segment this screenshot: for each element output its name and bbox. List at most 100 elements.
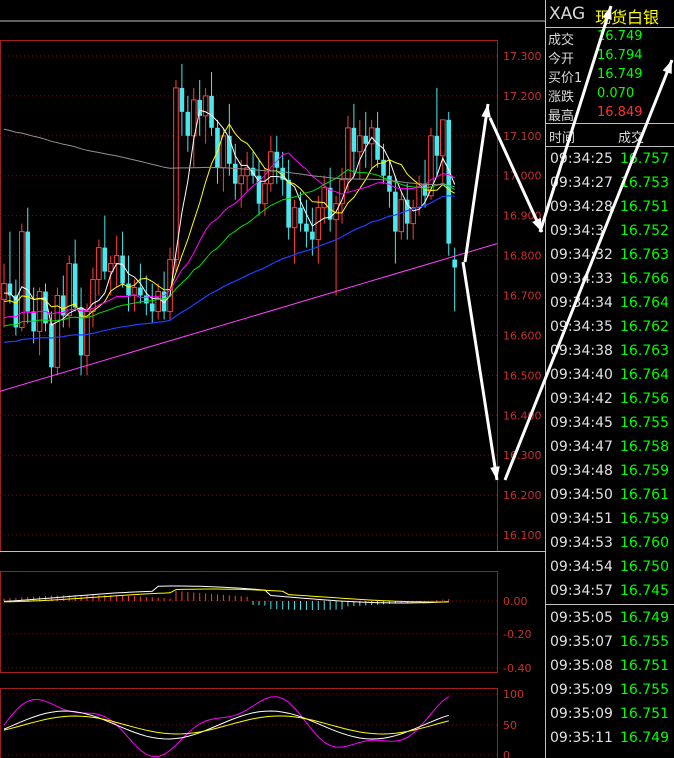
- tick-price: 16.749: [620, 610, 669, 626]
- tick-time: 09:34:33: [550, 271, 613, 287]
- quote-info-label: 今开: [548, 52, 575, 67]
- ticks-header: 时间 成交: [546, 123, 674, 147]
- y-tick-label: 16.400: [503, 409, 542, 422]
- tick-row: 09:34:33 16.766: [546, 268, 674, 292]
- tick-row: 09:35:09 16.751: [546, 703, 674, 727]
- tick-time: 09:34:45: [550, 415, 613, 431]
- tick-time: 09:34:3: [550, 223, 604, 239]
- tick-row: 09:35:11 16.749: [546, 727, 674, 751]
- candle-body: [25, 231, 31, 312]
- candle-body: [107, 263, 114, 273]
- candle-body: [327, 187, 333, 220]
- tick-price: 16.752: [620, 223, 669, 239]
- quote-info-label: 最高: [548, 109, 575, 124]
- kdj-k-line: [3, 710, 449, 740]
- tick-price: 16.750: [620, 559, 669, 575]
- tick-price: 16.751: [620, 706, 669, 722]
- tick-row: 09:34:53 16.760: [546, 532, 674, 556]
- candle-body: [357, 135, 363, 153]
- tick-row: 09:34:54 16.750: [546, 556, 674, 580]
- tick-row: 09:34:48 16.759: [546, 460, 674, 484]
- tick-price: 16.764: [620, 367, 669, 383]
- quote-info-row: 买价1 16.749: [546, 66, 674, 86]
- tick-row: 09:34:27 16.753: [546, 172, 674, 196]
- quote-info-label: 涨跌: [548, 90, 575, 105]
- tick-time: 09:34:54: [550, 559, 613, 575]
- tick-time: 09:35:08: [550, 658, 613, 674]
- y-tick-label: 17.300: [503, 50, 542, 63]
- ticks-header-time: 时间: [549, 131, 576, 146]
- tick-time: 09:34:50: [550, 487, 613, 503]
- y-tick-label: 16.500: [503, 369, 542, 382]
- quote-info-row: 涨跌 0.070: [546, 85, 674, 105]
- tick-time: 09:34:53: [550, 535, 613, 551]
- candle-body: [185, 111, 191, 136]
- tick-price: 16.760: [620, 535, 669, 551]
- candle-body: [227, 135, 232, 164]
- tick-price: 16.751: [620, 199, 669, 215]
- tick-row: 09:34:57 16.745: [546, 580, 674, 604]
- candle-body: [363, 135, 369, 144]
- tick-time: 09:34:32: [550, 247, 613, 263]
- tick-price: 16.751: [620, 658, 669, 674]
- tick-time: 09:35:09: [550, 706, 613, 722]
- tick-time: 09:34:34: [550, 295, 613, 311]
- quote-info-value: 16.749: [597, 29, 643, 44]
- tick-price: 16.758: [620, 439, 669, 455]
- tick-price: 16.761: [620, 487, 669, 503]
- tick-price: 16.755: [620, 634, 669, 650]
- y-tick-label: 16.700: [503, 290, 542, 303]
- tick-price: 16.763: [620, 343, 669, 359]
- candle-body: [262, 183, 268, 205]
- kdj-tick-label: 50: [503, 719, 517, 732]
- quote-info-row: 最高 16.849: [546, 104, 674, 124]
- quote-info-value: 16.749: [597, 67, 643, 82]
- tick-price: 16.759: [620, 511, 669, 527]
- tick-row: 09:34:51 16.759: [546, 508, 674, 532]
- candle-body: [13, 295, 19, 328]
- quote-panel: XAG 现货白银 成交 16.749 今开 16.794 买价1 16.749 涨跌 0.07…: [545, 0, 674, 758]
- macd-frame: [0, 571, 498, 673]
- candle-body: [96, 247, 102, 281]
- tick-time: 09:34:27: [550, 175, 613, 191]
- tick-price: 16.756: [620, 391, 669, 407]
- candle-body: [393, 191, 398, 232]
- y-tick-label: 17.000: [503, 170, 542, 183]
- candle-body: [138, 287, 143, 296]
- tick-time: 09:34:47: [550, 439, 613, 455]
- kdj-j-line: [3, 696, 450, 758]
- candle-body: [452, 259, 457, 268]
- tick-row: 09:34:45 16.755: [546, 412, 674, 436]
- candle-body: [102, 247, 108, 272]
- kdj-tick-label: 0: [503, 749, 510, 758]
- tick-price: 16.766: [620, 271, 669, 287]
- candle-body: [368, 127, 375, 145]
- candle-body: [286, 179, 291, 228]
- tick-row: 09:34:32 16.763: [546, 244, 674, 268]
- tick-row: 09:35:08 16.751: [546, 655, 674, 679]
- tick-price: 16.759: [620, 463, 669, 479]
- candle-body: [351, 127, 357, 152]
- quote-info-label: 成交: [548, 33, 575, 48]
- y-tick-label: 16.300: [503, 449, 542, 462]
- symbol-name: 现货白银: [595, 8, 660, 27]
- tick-row: 09:34:35 16.762: [546, 316, 674, 340]
- y-tick-label: 16.200: [503, 489, 542, 502]
- tick-time: 09:34:25: [550, 151, 613, 167]
- candle-body: [232, 163, 238, 184]
- tick-time: 09:35:07: [550, 634, 613, 650]
- tick-time: 09:35:11: [550, 730, 613, 746]
- tick-row: 09:34:3 16.752: [546, 220, 674, 244]
- tick-price: 16.745: [620, 583, 669, 599]
- candle-body: [126, 283, 131, 296]
- kline-chart[interactable]: 17.300 17.200 17.100 17.000 16.900 16.800 16.7…: [0, 0, 545, 758]
- candle-body: [179, 87, 185, 112]
- quote-info-label: 买价1: [548, 71, 583, 86]
- tick-row: 09:34:25 16.757: [546, 148, 674, 172]
- candle-body: [78, 307, 84, 356]
- tick-time: 09:34:35: [550, 319, 613, 335]
- tick-time: 09:34:38: [550, 343, 613, 359]
- candle-body: [173, 87, 179, 261]
- tick-time: 09:35:09: [550, 682, 613, 698]
- candle-body: [1, 283, 7, 300]
